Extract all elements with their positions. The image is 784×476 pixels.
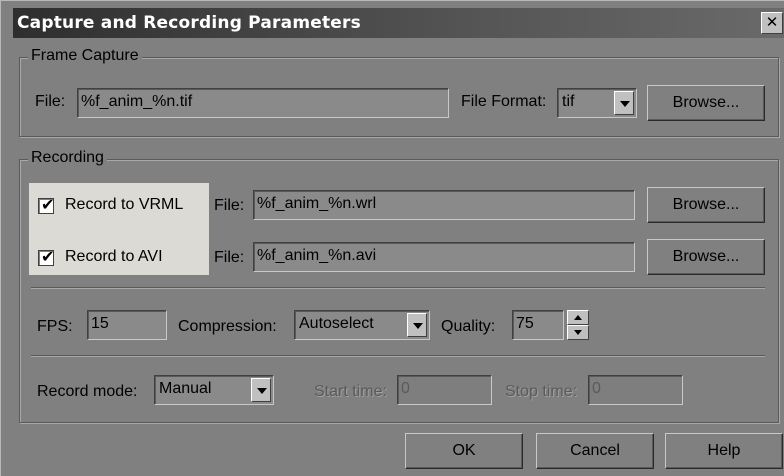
avi-file-input[interactable]: %f_anim_%n.avi [253,242,635,272]
record-vrml-checkbox[interactable]: ✔ [38,197,55,214]
start-time-label: Start time: [314,383,387,400]
fps-label: FPS: [37,318,73,335]
frame-file-input[interactable]: %f_anim_%n.tif [77,88,449,118]
close-button[interactable]: ✕ [761,12,783,34]
chevron-down-icon[interactable] [251,378,271,402]
frame-browse-button[interactable]: Browse... [647,85,765,121]
quality-input[interactable]: 75 [512,310,564,340]
separator [31,355,765,357]
avi-file-label: File: [214,249,245,266]
ok-button[interactable]: OK [405,433,523,469]
frame-file-value: %f_anim_%n.tif [81,93,193,110]
chevron-down-icon[interactable] [614,91,634,115]
capture-recording-dialog: Capture and Recording Parameters ✕ Frame… [0,0,784,476]
help-button[interactable]: Help [665,433,783,469]
start-time-input: 0 [397,375,492,405]
avi-file-value: %f_anim_%n.avi [257,247,377,264]
quality-value: 75 [516,315,534,332]
close-icon: ✕ [765,14,779,31]
checkmark-icon: ✔ [41,249,55,266]
record-mode-value: Manual [159,380,212,397]
compression-label: Compression: [178,318,277,335]
vrml-file-label: File: [214,197,245,214]
spin-down-icon[interactable] [567,325,589,340]
fps-input[interactable]: 15 [87,310,167,340]
spin-up-icon[interactable] [567,310,589,325]
cancel-button[interactable]: Cancel [536,433,654,469]
record-vrml-label[interactable]: Record to VRML [65,196,183,214]
record-avi-label[interactable]: Record to AVI [65,248,163,266]
stop-time-value: 0 [592,380,601,397]
fps-value: 15 [91,315,109,332]
vrml-browse-button[interactable]: Browse... [647,187,765,223]
compression-select[interactable]: Autoselect [294,310,430,340]
vrml-file-value: %f_anim_%n.wrl [257,195,377,212]
stop-time-input: 0 [588,375,683,405]
frame-file-label: File: [35,93,66,110]
quality-label: Quality: [441,318,496,335]
dialog-title: Capture and Recording Parameters [17,13,361,33]
chevron-down-icon[interactable] [407,313,427,337]
avi-browse-button[interactable]: Browse... [647,239,765,275]
file-format-select[interactable]: tif [557,88,637,118]
file-format-value: tif [562,93,575,110]
vrml-file-input[interactable]: %f_anim_%n.wrl [253,190,635,220]
stop-time-label: Stop time: [505,383,578,400]
file-format-label: File Format: [461,93,547,110]
start-time-value: 0 [401,380,410,397]
title-bar[interactable]: Capture and Recording Parameters ✕ [13,8,784,38]
frame-capture-group-label: Frame Capture [28,47,142,65]
quality-stepper[interactable] [567,310,589,340]
record-avi-checkbox[interactable]: ✔ [38,249,55,266]
record-mode-label: Record mode: [37,383,138,400]
separator [31,287,765,289]
recording-group-label: Recording [28,149,107,167]
compression-value: Autoselect [299,315,374,332]
record-mode-select[interactable]: Manual [154,375,274,405]
checkmark-icon: ✔ [41,197,55,214]
